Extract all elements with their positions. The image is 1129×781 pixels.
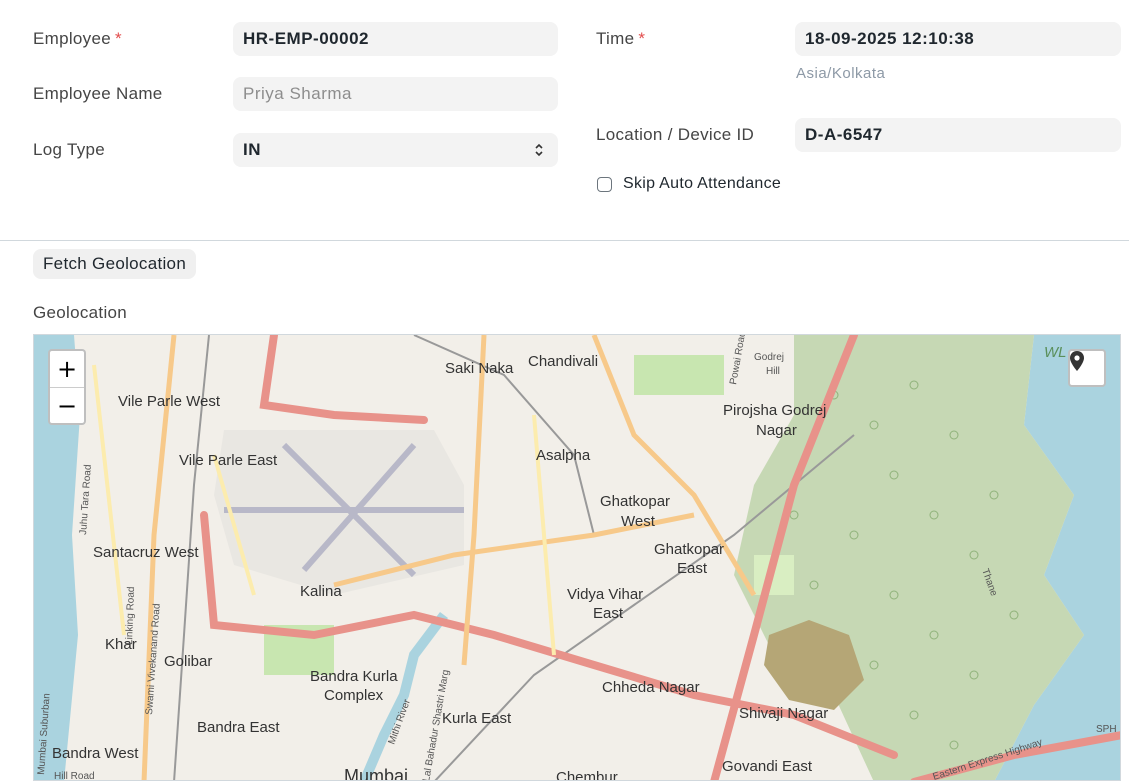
skip-auto-checkbox[interactable] bbox=[597, 177, 612, 192]
map-label: Ghatkopar bbox=[600, 493, 670, 510]
map-label: Mumbai bbox=[344, 766, 408, 781]
map-label: Nagar bbox=[756, 422, 797, 439]
map-label: Powai Road bbox=[728, 335, 748, 386]
location-field[interactable]: D-A-6547 bbox=[795, 118, 1121, 152]
map-label: Linking Road bbox=[124, 586, 137, 645]
zoom-in-button[interactable]: + bbox=[50, 351, 84, 388]
fetch-geolocation-button[interactable]: Fetch Geolocation bbox=[33, 249, 197, 279]
map-label: Chheda Nagar bbox=[602, 679, 700, 696]
map-label: Complex bbox=[324, 687, 384, 704]
map-label: Bandra East bbox=[197, 719, 280, 736]
timezone-hint: Asia/Kolkata bbox=[796, 65, 886, 82]
geolocation-map[interactable]: Saki Naka Chandivali Vile Parle West Vil… bbox=[33, 334, 1121, 781]
employee-name-label: Employee Name bbox=[33, 84, 163, 103]
map-label: Chandivali bbox=[528, 353, 598, 370]
zoom-out-button[interactable]: − bbox=[50, 388, 84, 424]
map-label: Hill Road bbox=[54, 771, 95, 781]
map-label: Ghatkopar bbox=[654, 541, 724, 558]
locate-button[interactable] bbox=[1068, 349, 1106, 387]
map-label: Kalina bbox=[300, 583, 342, 600]
geolocation-label: Geolocation bbox=[33, 303, 128, 322]
map-label: East bbox=[677, 560, 708, 577]
section-divider bbox=[0, 240, 1129, 241]
map-label: East bbox=[593, 605, 624, 622]
map-label: Juhu Tara Road bbox=[78, 464, 94, 535]
map-zoom-control: + − bbox=[48, 349, 86, 425]
map-label: SPH bbox=[1096, 724, 1117, 735]
map-label: Chembur bbox=[556, 769, 618, 781]
map-label: Vidya Vihar bbox=[567, 586, 643, 603]
employee-name-field[interactable]: Priya Sharma bbox=[233, 77, 558, 111]
map-label: WL bbox=[1044, 344, 1067, 361]
employee-field[interactable]: HR-EMP-00002 bbox=[233, 22, 558, 56]
map-label: Vile Parle East bbox=[179, 452, 278, 469]
map-label: Kurla East bbox=[442, 710, 512, 727]
map-tiles: Saki Naka Chandivali Vile Parle West Vil… bbox=[34, 335, 1120, 781]
time-field[interactable]: 18-09-2025 12:10:38 bbox=[795, 22, 1121, 56]
skip-auto-label: Skip Auto Attendance bbox=[623, 175, 782, 192]
location-label: Location / Device ID bbox=[596, 125, 755, 144]
map-label: Asalpha bbox=[536, 447, 591, 464]
map-label: Santacruz West bbox=[93, 544, 199, 561]
required-marker: * bbox=[115, 29, 122, 48]
map-label: Godrej bbox=[754, 352, 784, 363]
select-arrows-icon bbox=[535, 143, 543, 157]
map-label: Bandra Kurla bbox=[310, 668, 398, 685]
map-label: Shivaji Nagar bbox=[739, 705, 828, 722]
map-label: Pirojsha Godrej bbox=[723, 402, 826, 419]
employee-label: Employee * bbox=[33, 29, 122, 48]
map-label: Hill bbox=[766, 366, 780, 377]
map-label: Golibar bbox=[164, 653, 212, 670]
log-type-label: Log Type bbox=[33, 140, 106, 159]
log-type-select[interactable]: IN bbox=[233, 133, 558, 167]
required-marker: * bbox=[638, 29, 646, 48]
map-label: Govandi East bbox=[722, 758, 813, 775]
time-label: Time * bbox=[596, 29, 646, 48]
map-label: Saki Naka bbox=[445, 360, 514, 377]
map-pin-icon bbox=[1070, 351, 1084, 371]
map-label: Vile Parle West bbox=[118, 393, 221, 410]
map-label: West bbox=[621, 513, 656, 530]
map-label: Bandra West bbox=[52, 745, 139, 762]
